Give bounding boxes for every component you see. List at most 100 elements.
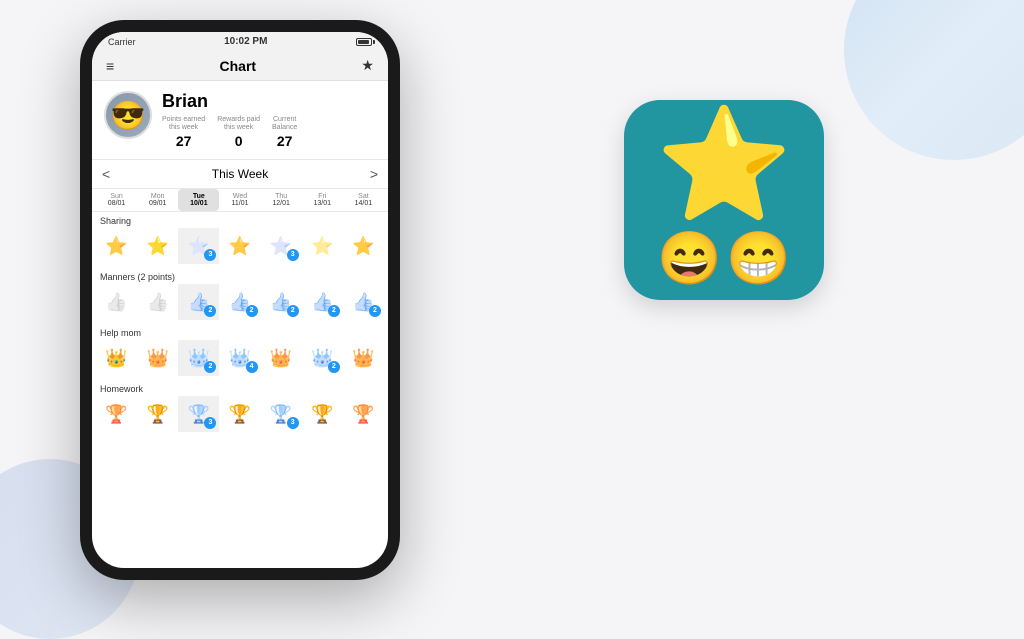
phone-mockup: Carrier 10:02 PM ≡ Chart ★ 😎 bbox=[80, 20, 400, 580]
row-icons-3: 🏆 🏆 🏆3 🏆 🏆3 🏆 🏆 bbox=[96, 396, 384, 432]
chart-row-3: Homework 🏆 🏆 🏆3 🏆 🏆3 🏆 🏆 bbox=[96, 380, 384, 432]
cell-0-1[interactable]: ⭐ bbox=[137, 228, 178, 264]
nav-bar: ≡ Chart ★ bbox=[92, 51, 388, 81]
bg-decoration-top-right bbox=[844, 0, 1024, 160]
week-navigation: < This Week > bbox=[92, 160, 388, 189]
cell-icon-0-3: ⭐ bbox=[229, 237, 251, 255]
stat-balance-value: 27 bbox=[272, 133, 297, 149]
cell-0-4[interactable]: ⭐3 bbox=[261, 228, 302, 264]
cell-icon-1-1: 👍 bbox=[147, 293, 169, 311]
star-bookmark-icon[interactable]: ★ bbox=[361, 57, 374, 74]
cell-3-4[interactable]: 🏆3 bbox=[261, 396, 302, 432]
row-icons-1: 👍👍👍2👍2👍2👍2👍2 bbox=[96, 284, 384, 320]
cell-0-2[interactable]: ⭐3 bbox=[178, 228, 219, 264]
cell-3-6[interactable]: 🏆 bbox=[343, 396, 384, 432]
cell-1-4[interactable]: 👍2 bbox=[261, 284, 302, 320]
cell-3-2[interactable]: 🏆3 bbox=[178, 396, 219, 432]
day-col-sun: Sun08/01 bbox=[96, 189, 137, 211]
phone-frame: Carrier 10:02 PM ≡ Chart ★ 😎 bbox=[80, 20, 400, 580]
cell-2-5[interactable]: 👑2 bbox=[302, 340, 343, 376]
cell-icon-3-0: 🏆 bbox=[105, 405, 127, 423]
cell-0-3[interactable]: ⭐ bbox=[219, 228, 260, 264]
row-label-0: Sharing bbox=[96, 212, 384, 228]
cell-badge-1-4: 2 bbox=[287, 305, 299, 317]
cell-badge-3-4: 3 bbox=[287, 417, 299, 429]
day-col-fri: Fri13/01 bbox=[302, 189, 343, 211]
row-label-1: Manners (2 points) bbox=[96, 268, 384, 284]
day-col-tue: Tue10/01 bbox=[178, 189, 219, 211]
cell-badge-2-5: 2 bbox=[328, 361, 340, 373]
cell-2-2[interactable]: 👑2 bbox=[178, 340, 219, 376]
cell-2-4[interactable]: 👑 bbox=[261, 340, 302, 376]
cell-0-6[interactable]: ⭐ bbox=[343, 228, 384, 264]
cell-2-6[interactable]: 👑 bbox=[343, 340, 384, 376]
cell-0-5[interactable]: ⭐ bbox=[302, 228, 343, 264]
star-decoration: ⭐ bbox=[656, 110, 793, 220]
cell-icon-3-1: 🏆 bbox=[147, 405, 169, 423]
cell-icon-2-6: 👑 bbox=[352, 349, 374, 367]
character-1: 😄 bbox=[657, 233, 722, 285]
cell-icon-3-5: 🏆 bbox=[311, 405, 333, 423]
cell-icon-2-1: 👑 bbox=[147, 349, 169, 367]
cell-3-1[interactable]: 🏆 bbox=[137, 396, 178, 432]
next-week-button[interactable]: > bbox=[370, 166, 378, 182]
cell-1-3[interactable]: 👍2 bbox=[219, 284, 260, 320]
user-header: 😎 Brian Points earnedthis week 27 Reward… bbox=[92, 81, 388, 160]
status-bar: Carrier 10:02 PM bbox=[92, 32, 388, 51]
cell-badge-3-2: 3 bbox=[204, 417, 216, 429]
cell-icon-0-6: ⭐ bbox=[352, 237, 374, 255]
week-label: This Week bbox=[212, 167, 268, 181]
cell-badge-1-3: 2 bbox=[246, 305, 258, 317]
battery-icon bbox=[356, 38, 372, 46]
cell-icon-0-1: ⭐ bbox=[147, 237, 169, 255]
prev-week-button[interactable]: < bbox=[102, 166, 110, 182]
chart-row-0: Sharing⭐⭐⭐3⭐⭐3⭐⭐ bbox=[96, 212, 384, 264]
stat-balance: CurrentBalance 27 bbox=[272, 116, 297, 149]
nav-title: Chart bbox=[220, 58, 257, 74]
cell-3-3[interactable]: 🏆 bbox=[219, 396, 260, 432]
days-header: Sun08/01Mon09/01Tue10/01Wed11/01Thu12/01… bbox=[92, 189, 388, 212]
stat-points-earned: Points earnedthis week 27 bbox=[162, 116, 205, 149]
stat-rewards-value: 0 bbox=[217, 133, 260, 149]
carrier-label: Carrier bbox=[108, 37, 136, 47]
cell-icon-2-4: 👑 bbox=[270, 349, 292, 367]
stat-rewards-paid: Rewards paidthis week 0 bbox=[217, 116, 260, 149]
cell-2-0[interactable]: 👑 bbox=[96, 340, 137, 376]
row-label-2: Help mom bbox=[96, 324, 384, 340]
menu-icon[interactable]: ≡ bbox=[106, 58, 114, 74]
cell-1-2[interactable]: 👍2 bbox=[178, 284, 219, 320]
cell-icon-3-3: 🏆 bbox=[229, 405, 251, 423]
phone-screen: Carrier 10:02 PM ≡ Chart ★ 😎 bbox=[92, 32, 388, 568]
cell-0-0[interactable]: ⭐ bbox=[96, 228, 137, 264]
character-2: 😁 bbox=[726, 233, 791, 285]
cell-icon-3-6: 🏆 bbox=[352, 405, 374, 423]
app-icon-container: ⭐ 😄 😁 bbox=[624, 100, 824, 300]
user-info: Brian Points earnedthis week 27 Rewards … bbox=[162, 91, 376, 149]
chart-row-2: Help mom👑👑👑2👑4👑👑2👑 bbox=[96, 324, 384, 376]
cell-1-6[interactable]: 👍2 bbox=[343, 284, 384, 320]
cell-badge-1-5: 2 bbox=[328, 305, 340, 317]
row-icons-0: ⭐⭐⭐3⭐⭐3⭐⭐ bbox=[96, 228, 384, 264]
row-icons-2: 👑👑👑2👑4👑👑2👑 bbox=[96, 340, 384, 376]
row-label-3: Homework bbox=[96, 380, 384, 396]
cell-1-5[interactable]: 👍2 bbox=[302, 284, 343, 320]
cell-3-5[interactable]: 🏆 bbox=[302, 396, 343, 432]
stat-points-value: 27 bbox=[162, 133, 205, 149]
app-icon-characters: 😄 😁 bbox=[657, 233, 791, 285]
cell-badge-0-4: 3 bbox=[287, 249, 299, 261]
chart-content: Sharing⭐⭐⭐3⭐⭐3⭐⭐Manners (2 points)👍👍👍2👍2… bbox=[92, 212, 388, 568]
day-col-sat: Sat14/01 bbox=[343, 189, 384, 211]
cell-badge-2-2: 2 bbox=[204, 361, 216, 373]
app-icon: ⭐ 😄 😁 bbox=[624, 100, 824, 300]
chart-row-1: Manners (2 points)👍👍👍2👍2👍2👍2👍2 bbox=[96, 268, 384, 320]
cell-1-1[interactable]: 👍 bbox=[137, 284, 178, 320]
cell-2-1[interactable]: 👑 bbox=[137, 340, 178, 376]
cell-badge-0-2: 3 bbox=[204, 249, 216, 261]
status-icons bbox=[356, 38, 372, 46]
cell-1-0[interactable]: 👍 bbox=[96, 284, 137, 320]
user-stats: Points earnedthis week 27 Rewards paidth… bbox=[162, 116, 376, 149]
cell-2-3[interactable]: 👑4 bbox=[219, 340, 260, 376]
day-col-thu: Thu12/01 bbox=[261, 189, 302, 211]
cell-3-0[interactable]: 🏆 bbox=[96, 396, 137, 432]
cell-icon-0-0: ⭐ bbox=[105, 237, 127, 255]
